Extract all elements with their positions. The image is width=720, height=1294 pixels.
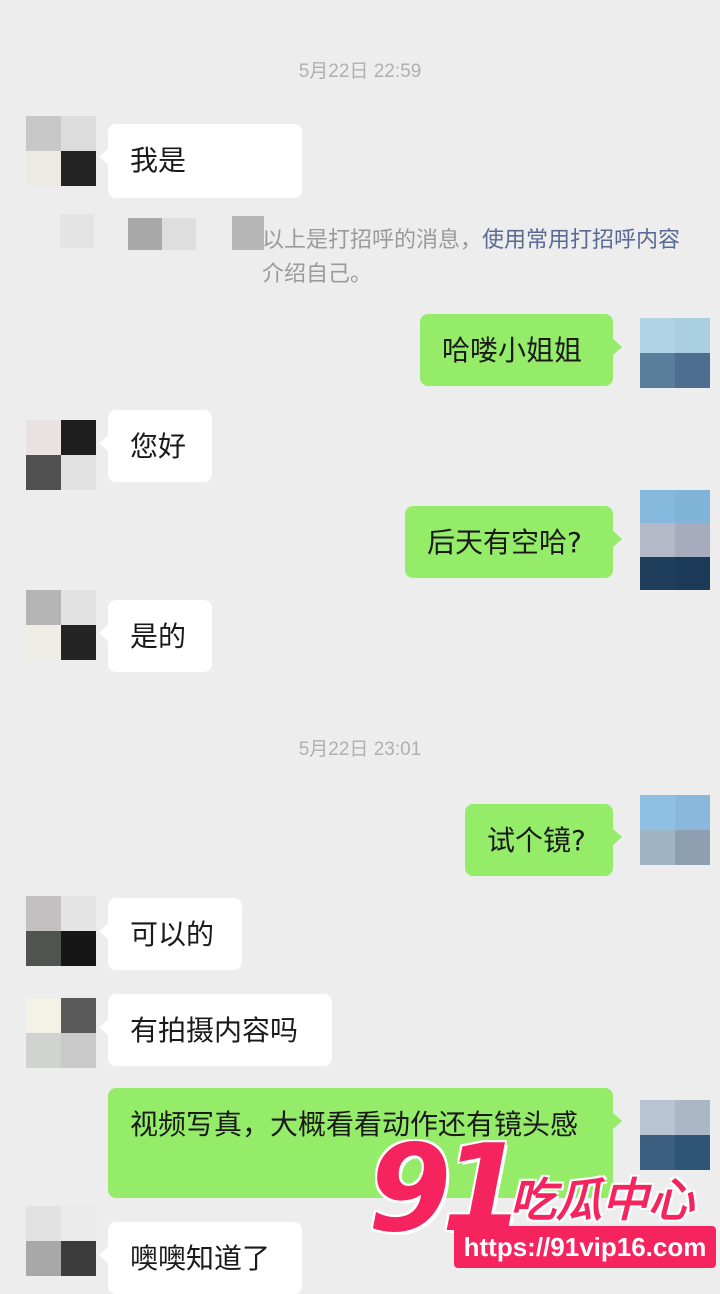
self-avatar[interactable] xyxy=(640,795,710,865)
timestamp: 5月22日 23:01 xyxy=(298,739,422,760)
message-bubble[interactable]: 我是 xyxy=(99,124,302,198)
message-text: 您好 xyxy=(130,430,187,463)
blurred-block xyxy=(60,214,94,248)
message-bubble[interactable]: 哈喽小姐姐 xyxy=(420,314,622,386)
contact-avatar[interactable] xyxy=(26,998,96,1068)
self-avatar[interactable] xyxy=(640,490,710,590)
self-avatar[interactable] xyxy=(640,318,710,388)
message-bubble[interactable]: 试个镜? xyxy=(465,804,622,876)
contact-avatar[interactable] xyxy=(26,1206,96,1276)
contact-avatar[interactable] xyxy=(26,896,96,966)
message-bubble[interactable]: 有拍摄内容吗 xyxy=(99,994,332,1066)
message-text: 哈喽小姐姐 xyxy=(442,334,583,367)
message-text: 后天有空哈? xyxy=(427,526,582,559)
timestamp: 5月22日 22:59 xyxy=(298,61,422,82)
message-text: 有拍摄内容吗 xyxy=(130,1014,299,1047)
greeting-system-notice: 以上是打招呼的消息，使用常用打招呼内容介绍自己。 xyxy=(262,224,682,292)
contact-avatar[interactable] xyxy=(26,116,96,186)
message-text: 试个镜? xyxy=(487,824,586,857)
message-bubble[interactable]: 可以的 xyxy=(99,898,242,970)
watermark-title: 吃瓜中心 xyxy=(510,1173,694,1227)
watermark-url: https://91vip16.com xyxy=(454,1226,716,1268)
message-text: 我是 xyxy=(130,144,187,177)
message-bubble[interactable]: 您好 xyxy=(99,410,212,482)
notice-prefix: 以上是打招呼的消息， xyxy=(262,228,483,253)
common-greeting-link[interactable]: 使用常用打招呼内容 xyxy=(482,228,680,253)
message-text: 噢噢知道了 xyxy=(130,1242,271,1275)
message-bubble[interactable]: 噢噢知道了 xyxy=(99,1222,302,1294)
contact-avatar[interactable] xyxy=(26,420,96,490)
message-bubble[interactable]: 是的 xyxy=(99,600,212,672)
message-bubble[interactable]: 后天有空哈? xyxy=(405,506,622,578)
message-text: 可以的 xyxy=(130,918,215,951)
blurred-block xyxy=(232,216,264,250)
blurred-block xyxy=(162,218,196,250)
contact-avatar[interactable] xyxy=(26,590,96,660)
blurred-block xyxy=(128,218,162,250)
watermark: 91 吃瓜中心 https://91vip16.com xyxy=(368,1130,718,1280)
message-text: 是的 xyxy=(130,620,187,653)
notice-suffix: 介绍自己。 xyxy=(262,262,373,287)
